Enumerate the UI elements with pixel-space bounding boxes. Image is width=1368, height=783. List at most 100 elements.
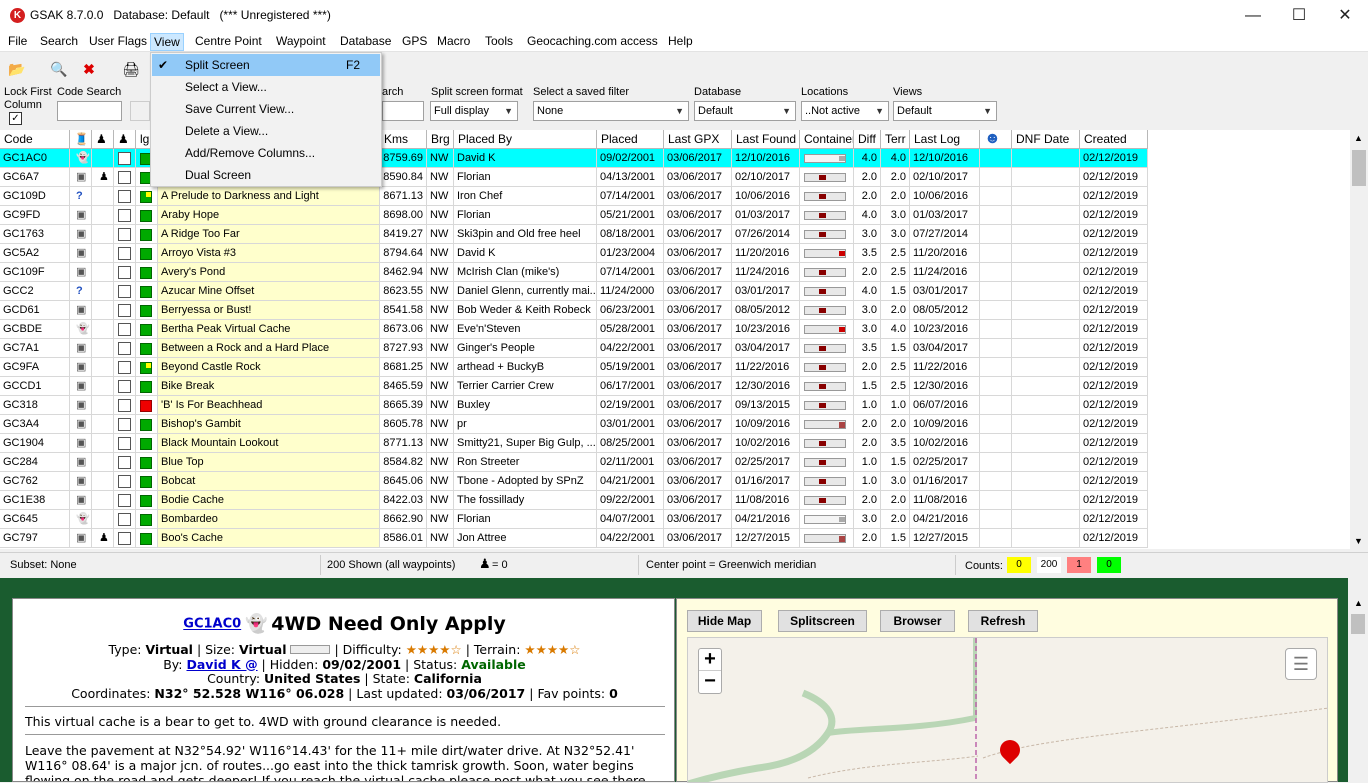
- column-header-last-gpx[interactable]: Last GPX: [664, 130, 732, 149]
- cache-code: GC9FD: [0, 206, 70, 225]
- table-row[interactable]: GC645 👻 Bombardeo 8662.90 NW Florian 04/07/200…: [0, 510, 1148, 529]
- layers-icon[interactable]: ☰: [1285, 648, 1317, 680]
- column-header-placed[interactable]: Placed: [597, 130, 664, 149]
- owner-link[interactable]: David K @: [186, 657, 257, 672]
- menu-gps[interactable]: GPS: [399, 33, 430, 51]
- open-folder-icon[interactable]: 📂: [8, 60, 26, 78]
- column-header-brg[interactable]: Brg: [427, 130, 454, 149]
- table-row[interactable]: GC109D? A Prelude to Darkness and Light 86…: [0, 187, 1148, 206]
- map-pane: Hide Map Splitscreen Browser Refresh + −…: [676, 598, 1338, 783]
- grid-scrollbar[interactable]: ▲ ▼: [1350, 130, 1368, 549]
- refresh-button[interactable]: Refresh: [968, 610, 1038, 632]
- menu-tools[interactable]: Tools: [482, 33, 516, 51]
- table-row[interactable]: GC1E38 ▣ Bodie Cache 8422.03 NW The fossillad…: [0, 491, 1148, 510]
- column-header-created[interactable]: Created: [1080, 130, 1148, 149]
- distance: 8590.84: [380, 168, 427, 187]
- table-row[interactable]: GC7A1 ▣ Between a Rock and a Hard Place 872…: [0, 339, 1148, 358]
- menu-database[interactable]: Database: [337, 33, 394, 51]
- maximize-button[interactable]: ☐: [1276, 0, 1322, 31]
- terrain: 2.5: [881, 244, 910, 263]
- menu-file[interactable]: File: [5, 33, 30, 51]
- distance: 8586.01: [380, 529, 427, 548]
- column-header-container[interactable]: Container: [800, 130, 854, 149]
- table-row[interactable]: GC109F ▣ Avery's Pond 8462.94 NW McIrish Clan…: [0, 263, 1148, 282]
- table-row[interactable]: GC3A4 ▣ Bishop's Gambit 8605.78 NW pr 03/01/20…: [0, 415, 1148, 434]
- scroll-up-icon[interactable]: ▲: [1354, 133, 1363, 143]
- print-preview-icon[interactable]: 🔍: [50, 60, 68, 78]
- lock-first-column-checkbox[interactable]: ✓: [9, 112, 22, 125]
- zoom-in-button[interactable]: +: [699, 649, 721, 671]
- table-row[interactable]: GC318 ▣ 'B' Is For Beachhead 8665.39 NW Buxle…: [0, 396, 1148, 415]
- minimize-button[interactable]: —: [1230, 0, 1276, 31]
- detail-scrollbar[interactable]: ▲: [1349, 578, 1368, 782]
- table-row[interactable]: GC9FA ▣ Beyond Castle Rock 8681.25 NW arthead…: [0, 358, 1148, 377]
- table-row[interactable]: GC797 ▣ ♟ Boo's Cache 8586.01 NW Jon Attree 04/…: [0, 529, 1148, 548]
- menu-view[interactable]: View: [150, 33, 184, 51]
- view-menu-item-save-current-view[interactable]: Save Current View...: [152, 98, 380, 120]
- view-menu-item-split-screen[interactable]: ✔ Split Screen F2: [152, 54, 380, 76]
- table-row[interactable]: GC1904 ▣ Black Mountain Lookout 8771.13 NW Sm…: [0, 434, 1148, 453]
- column-header-placed-by[interactable]: Placed By: [454, 130, 597, 149]
- column-header-dnf-date[interactable]: DNF Date: [1012, 130, 1080, 149]
- menu-geocaching-access[interactable]: Geocaching.com access: [524, 33, 661, 51]
- column-header-kms[interactable]: Kms: [380, 130, 427, 149]
- view-menu-item-dual-screen[interactable]: Dual Screen: [152, 164, 380, 186]
- menu-item-label: Select a View...: [185, 80, 267, 94]
- map-view[interactable]: + − ☰: [687, 637, 1328, 783]
- close-button[interactable]: ✕: [1322, 0, 1368, 31]
- menu-macro[interactable]: Macro: [434, 33, 473, 51]
- column-header-trackable-icon[interactable]: ♟: [92, 130, 114, 149]
- view-menu-item-select-a-view[interactable]: Select a View...: [152, 76, 380, 98]
- search-input[interactable]: [382, 101, 424, 121]
- menu-waypoint[interactable]: Waypoint: [273, 33, 329, 51]
- delete-icon[interactable]: ✖: [80, 60, 98, 78]
- table-row[interactable]: GC284 ▣ Blue Top 8584.82 NW Ron Streeter 02/11…: [0, 453, 1148, 472]
- table-row[interactable]: GC1763 ▣ A Ridge Too Far 8419.27 NW Ski3pin a…: [0, 225, 1148, 244]
- table-row[interactable]: GCBDE 👻 Bertha Peak Virtual Cache 8673.06 NW…: [0, 320, 1148, 339]
- column-header-person-icon[interactable]: ♟: [114, 130, 136, 149]
- scroll-down-icon[interactable]: ▼: [1354, 536, 1363, 546]
- menu-help[interactable]: Help: [665, 33, 696, 51]
- code-search-input[interactable]: [57, 101, 122, 121]
- smiley-cell: [980, 396, 1012, 415]
- column-header-diff[interactable]: Diff: [854, 130, 881, 149]
- scrollbar-thumb[interactable]: [1351, 614, 1365, 634]
- table-row[interactable]: GCD61 ▣ Berryessa or Bust! 8541.58 NW Bob Wed…: [0, 301, 1148, 320]
- table-row[interactable]: GC9FD ▣ Araby Hope 8698.00 NW Florian 05/21/20…: [0, 206, 1148, 225]
- locations-select[interactable]: ..Not active ▼: [801, 101, 889, 121]
- view-menu-item-delete-a-view[interactable]: Delete a View...: [152, 120, 380, 142]
- column-header-code[interactable]: Code: [0, 130, 70, 149]
- zoom-out-button[interactable]: −: [699, 671, 721, 693]
- user-flag-checkbox: [114, 529, 136, 548]
- table-row[interactable]: GCCD1 ▣ Bike Break 8465.59 NW Terrier Carrier…: [0, 377, 1148, 396]
- cache-code-link[interactable]: GC1AC0: [183, 617, 241, 632]
- menu-search[interactable]: Search: [37, 33, 81, 51]
- splitscreen-button[interactable]: Splitscreen: [778, 610, 867, 632]
- distance: 8419.27: [380, 225, 427, 244]
- database-select[interactable]: Default ▼: [694, 101, 796, 121]
- scrollbar-thumb[interactable]: [1352, 150, 1366, 186]
- menu-centre-point[interactable]: Centre Point: [192, 33, 265, 51]
- table-row[interactable]: GC5A2 ▣ Arroyo Vista #3 8794.64 NW David K 01/…: [0, 244, 1148, 263]
- column-header-type-icon[interactable]: 🧵: [70, 130, 92, 149]
- menu-user-flags[interactable]: User Flags: [86, 33, 150, 51]
- bearing: NW: [427, 358, 454, 377]
- smiley-cell: [980, 453, 1012, 472]
- view-menu-item-add-remove-columns[interactable]: Add/Remove Columns...: [152, 142, 380, 164]
- saved-filter-select[interactable]: None ▼: [533, 101, 689, 121]
- browser-button[interactable]: Browser: [880, 610, 955, 632]
- views-select[interactable]: Default ▼: [893, 101, 997, 121]
- scroll-up-icon[interactable]: ▲: [1354, 598, 1363, 608]
- column-header-smiley-icon[interactable]: ☻: [980, 130, 1012, 149]
- column-header-last-log[interactable]: Last Log: [910, 130, 980, 149]
- table-row[interactable]: GCC2? Azucar Mine Offset 8623.55 NW Daniel G…: [0, 282, 1148, 301]
- split-screen-format-select[interactable]: Full display ▼: [430, 101, 518, 121]
- hide-map-button[interactable]: Hide Map: [687, 610, 762, 632]
- table-row[interactable]: GC762 ▣ Bobcat 8645.06 NW Tbone - Adopted by …: [0, 472, 1148, 491]
- cache-description-pane[interactable]: GC1AC0 👻 4WD Need Only Apply Type: Virtu…: [12, 598, 675, 782]
- cache-code: GC1E38: [0, 491, 70, 510]
- printer-icon[interactable]: 🖨: [122, 60, 140, 78]
- column-header-terr[interactable]: Terr: [881, 130, 910, 149]
- column-header-last-found[interactable]: Last Found: [732, 130, 800, 149]
- search-field-stub[interactable]: [130, 101, 150, 121]
